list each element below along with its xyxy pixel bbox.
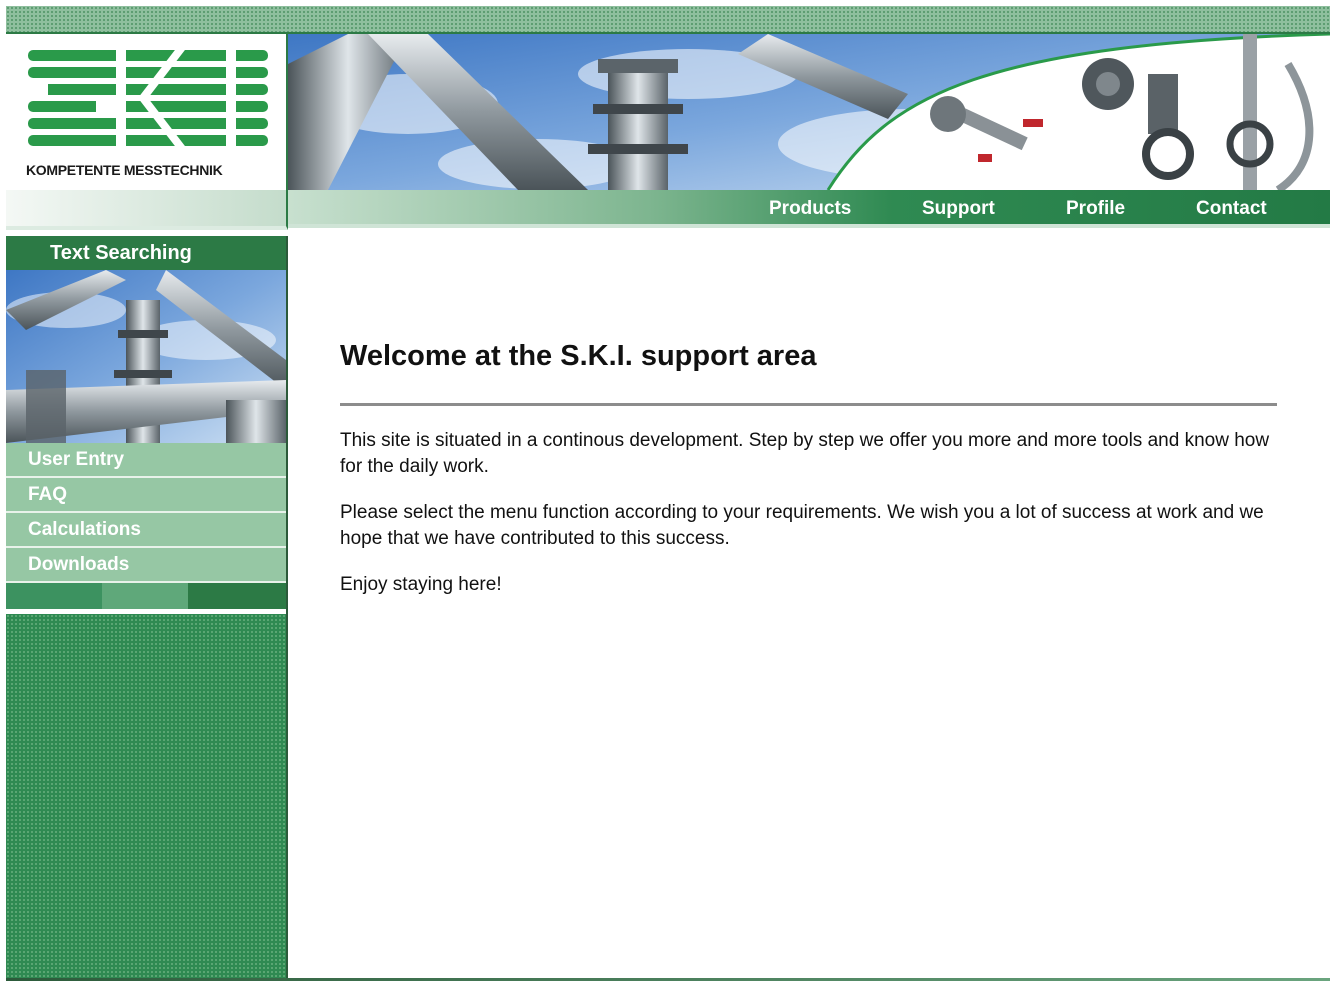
- page-title: Welcome at the S.K.I. support area: [340, 340, 817, 372]
- logo[interactable]: KOMPETENTE MESSTECHNIK: [6, 34, 288, 190]
- navbar-left-filler: [6, 190, 288, 230]
- menu-downloads[interactable]: Downloads: [6, 548, 286, 583]
- intro-paragraph: This site is situated in a continous dev…: [340, 430, 1270, 477]
- main-content: Welcome at the S.K.I. support area This …: [340, 230, 1280, 598]
- nav-profile[interactable]: Profile: [1066, 198, 1125, 220]
- top-pattern-strip: [6, 6, 1330, 34]
- main-navigation: Products Support Profile Contact: [288, 190, 1330, 228]
- sidebar-pattern: [6, 614, 286, 978]
- bottom-border: [6, 978, 1330, 981]
- sidebar-plant-image: [6, 270, 286, 443]
- closing-paragraph: Enjoy staying here!: [340, 574, 502, 595]
- header-banner-image: [288, 34, 1330, 190]
- text-searching-link[interactable]: Text Searching: [6, 236, 286, 270]
- ski-logo-icon: [28, 46, 268, 150]
- menu-faq[interactable]: FAQ: [6, 478, 286, 513]
- nav-products[interactable]: Products: [769, 198, 851, 220]
- nav-contact[interactable]: Contact: [1196, 198, 1267, 220]
- menu-footer-bar: [6, 583, 286, 609]
- nav-support[interactable]: Support: [922, 198, 995, 220]
- sidebar: Text Searching User Entry FAQ Calculatio…: [6, 236, 288, 978]
- menu-user-entry[interactable]: User Entry: [6, 443, 286, 478]
- heading-divider: [340, 403, 1277, 406]
- menu-calculations[interactable]: Calculations: [6, 513, 286, 548]
- instruction-paragraph: Please select the menu function accordin…: [340, 502, 1264, 549]
- logo-tagline: KOMPETENTE MESSTECHNIK: [26, 162, 223, 178]
